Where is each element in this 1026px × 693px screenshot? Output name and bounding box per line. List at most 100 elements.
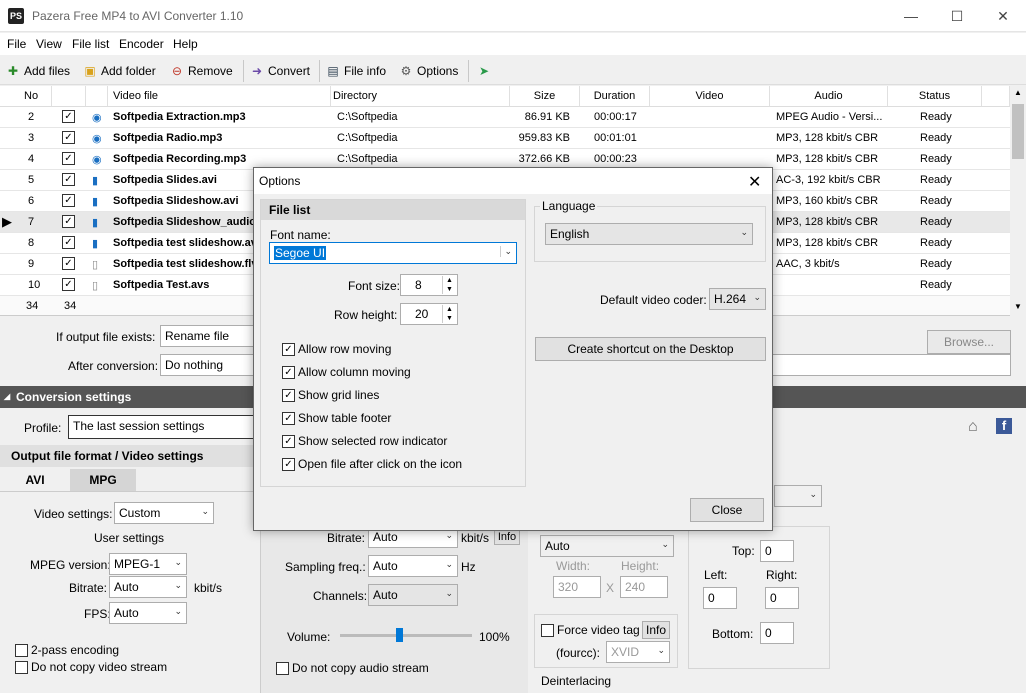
gear-icon: ⚙ xyxy=(400,64,412,78)
row-checkbox[interactable]: ✓ xyxy=(62,194,75,207)
row-no: 3 xyxy=(28,132,35,144)
add-files-button[interactable]: ✚ Add files xyxy=(5,61,70,81)
after-select[interactable]: Do nothing xyxy=(160,354,260,376)
file-info-button[interactable]: ▤ File info xyxy=(325,61,386,81)
row-height-input[interactable]: 20 ▲ ▼ xyxy=(400,303,458,325)
fourcc-info-button[interactable]: Info xyxy=(642,621,670,639)
close-button[interactable]: Close xyxy=(690,498,764,522)
row-status: Ready xyxy=(920,216,952,228)
two-pass-label: 2-pass encoding xyxy=(31,643,120,657)
deinterlacing-label: Deinterlacing xyxy=(541,674,612,688)
facebook-icon[interactable]: f xyxy=(996,418,1012,434)
col-duration[interactable]: Duration xyxy=(580,86,650,107)
table-row[interactable]: 2 ✓ ◉ Softpedia Extraction.mp3 C:\Softpe… xyxy=(0,107,1010,128)
tab-avi[interactable]: AVI xyxy=(0,469,70,491)
font-size-input[interactable]: 8 ▲ ▼ xyxy=(400,274,458,296)
height-input[interactable]: 240 xyxy=(620,576,668,598)
convert-button[interactable]: ➜ Convert xyxy=(249,61,310,81)
spin-arrows-icon[interactable]: ▲ ▼ xyxy=(442,276,456,294)
show-grid-lines-checkbox[interactable]: ✓ xyxy=(282,389,295,402)
output-dir-input[interactable] xyxy=(772,354,1011,376)
allow-row-moving-checkbox[interactable]: ✓ xyxy=(282,343,295,356)
mpeg-version-select[interactable]: MPEG-1 ⌄ xyxy=(109,553,187,575)
col-audio[interactable]: Audio xyxy=(770,86,888,107)
scroll-thumb[interactable] xyxy=(1012,104,1024,159)
pin-button[interactable]: ➤ xyxy=(476,61,492,81)
table-row[interactable]: 3 ✓ ◉ Softpedia Radio.mp3 C:\Softpedia 9… xyxy=(0,128,1010,149)
menu-file[interactable]: File xyxy=(7,37,26,51)
create-shortcut-button[interactable]: Create shortcut on the Desktop xyxy=(535,337,766,361)
col-status[interactable]: Status xyxy=(888,86,982,107)
force-tag-checkbox[interactable] xyxy=(541,624,554,637)
col-directory[interactable]: Directory xyxy=(331,86,510,107)
allow-column-moving-checkbox[interactable]: ✓ xyxy=(282,366,295,379)
home-icon[interactable]: ⌂ xyxy=(968,418,978,436)
width-value: 320 xyxy=(558,580,579,594)
col-video[interactable]: Video xyxy=(650,86,770,107)
audio-info-button[interactable]: Info xyxy=(494,529,520,545)
show-table-footer-checkbox[interactable]: ✓ xyxy=(282,412,295,425)
remove-button[interactable]: ⊖ Remove xyxy=(169,61,233,81)
col-video-file[interactable]: Video file xyxy=(108,86,331,107)
menu-view[interactable]: View xyxy=(36,37,62,51)
minimize-button[interactable]: — xyxy=(888,0,934,32)
font-name-label: Font name: xyxy=(270,228,331,242)
left-input[interactable]: 0 xyxy=(703,587,737,609)
menu-file-list[interactable]: File list xyxy=(72,37,109,51)
default-coder-select[interactable]: H.264 ⌄ xyxy=(709,288,766,310)
col-icon[interactable] xyxy=(86,86,108,107)
sampling-select[interactable]: Auto ⌄ xyxy=(368,555,458,577)
right-input[interactable]: 0 xyxy=(765,587,799,609)
channels-select[interactable]: Auto ⌄ xyxy=(368,584,458,606)
col-no[interactable]: No xyxy=(0,86,52,107)
row-checkbox[interactable]: ✓ xyxy=(62,215,75,228)
browse-button[interactable]: Browse... xyxy=(927,330,1011,354)
volume-slider-thumb[interactable] xyxy=(396,628,404,642)
add-files-label: Add files xyxy=(24,64,71,78)
tab-mpg[interactable]: MPG xyxy=(70,469,136,491)
fps-select[interactable]: Auto ⌄ xyxy=(109,602,187,624)
menu-encoder[interactable]: Encoder xyxy=(119,37,164,51)
row-checkbox[interactable]: ✓ xyxy=(62,236,75,249)
scroll-down-icon[interactable]: ▼ xyxy=(1014,302,1022,311)
fourcc-select[interactable]: XVID ⌄ xyxy=(606,641,670,663)
show-row-indicator-checkbox[interactable]: ✓ xyxy=(282,435,295,448)
row-checkbox[interactable]: ✓ xyxy=(62,152,75,165)
extra-select[interactable]: ⌄ xyxy=(774,485,822,507)
volume-track[interactable] xyxy=(340,634,472,637)
top-input[interactable]: 0 xyxy=(760,540,794,562)
row-checkbox[interactable]: ✓ xyxy=(62,110,75,123)
no-copy-video-checkbox[interactable] xyxy=(15,661,28,674)
options-button[interactable]: ⚙ Options xyxy=(398,61,459,81)
remove-label: Remove xyxy=(188,64,233,78)
spin-arrows-icon[interactable]: ▲ ▼ xyxy=(442,305,456,323)
dialog-close-icon[interactable]: ✕ xyxy=(748,172,761,192)
output-format-title: Output file format / Video settings xyxy=(0,445,255,467)
no-copy-audio-checkbox[interactable] xyxy=(276,662,289,675)
width-input[interactable]: 320 xyxy=(553,576,601,598)
language-select[interactable]: English ⌄ xyxy=(545,223,753,245)
bitrate-select[interactable]: Auto ⌄ xyxy=(109,576,187,598)
row-checkbox[interactable]: ✓ xyxy=(62,257,75,270)
close-window-button[interactable]: ✕ xyxy=(980,0,1026,32)
video-settings-select[interactable]: Custom ⌄ xyxy=(114,502,214,524)
row-checkbox[interactable]: ✓ xyxy=(62,173,75,186)
row-checkbox[interactable]: ✓ xyxy=(62,278,75,291)
row-checkbox[interactable]: ✓ xyxy=(62,131,75,144)
maximize-button[interactable]: ☐ xyxy=(934,0,980,32)
scroll-up-icon[interactable]: ▲ xyxy=(1014,88,1022,97)
two-pass-checkbox[interactable] xyxy=(15,644,28,657)
add-folder-button[interactable]: ▣ Add folder xyxy=(82,61,155,81)
col-size[interactable]: Size xyxy=(510,86,580,107)
menu-help[interactable]: Help xyxy=(173,37,198,51)
col-check[interactable] xyxy=(52,86,86,107)
open-file-on-icon-checkbox[interactable]: ✓ xyxy=(282,458,295,471)
bottom-input[interactable]: 0 xyxy=(760,622,794,644)
sampling-label: Sampling freq.: xyxy=(285,560,366,574)
profile-select[interactable]: The last session settings xyxy=(68,415,254,439)
exists-select[interactable]: Rename file xyxy=(160,325,260,347)
grid-scrollbar[interactable]: ▲ ▼ xyxy=(1010,86,1026,316)
resize-select[interactable]: Auto ⌄ xyxy=(540,535,674,557)
font-name-select[interactable]: Segoe UI ⌄ xyxy=(269,242,517,264)
video-file-icon: ▮ xyxy=(92,196,99,208)
